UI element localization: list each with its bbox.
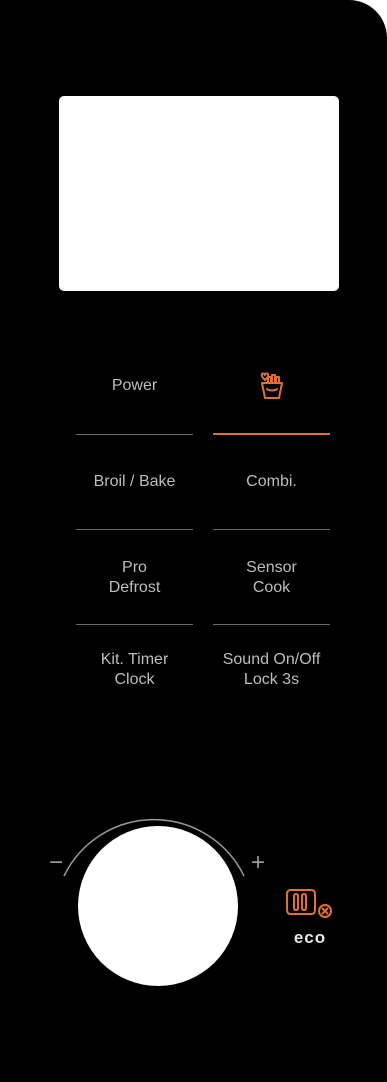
sensor-cook-label-line1: Sensor [246,559,297,576]
dial-minus-label: − [49,849,63,876]
control-dial[interactable] [78,826,238,986]
eco-label: eco [293,928,327,947]
divider [76,624,193,625]
sound-lock-button[interactable]: Sound On/Off Lock 3s [206,649,337,691]
air-fry-button[interactable] [213,370,330,402]
sound-label-line1: Sound On/Off [222,651,321,668]
divider [213,529,330,530]
sensor-cook-label-line2: Cook [252,579,291,596]
divider [76,434,193,435]
divider [76,529,193,530]
pro-defrost-label-line2: Defrost [108,579,161,596]
sensor-cook-button[interactable]: Sensor Cook [213,557,330,599]
fries-icon [260,372,283,399]
display-screen [59,96,339,291]
broil-bake-label: Broil / Bake [93,473,176,490]
kit-timer-label-line2: Clock [114,671,155,688]
combi-label: Combi. [246,473,297,490]
eco-icon[interactable] [283,885,343,927]
dial-plus-label: + [251,849,265,876]
kit-timer-label-line1: Kit. Timer [100,651,169,668]
pro-defrost-label-line1: Pro [122,559,147,576]
kit-timer-clock-button[interactable]: Kit. Timer Clock [76,649,193,691]
divider-selected [213,433,330,435]
broil-bake-button[interactable]: Broil / Bake [76,470,193,494]
divider [213,624,330,625]
power-button-label: Power [111,377,158,394]
sound-label-line2: Lock 3s [243,671,300,688]
pro-defrost-button[interactable]: Pro Defrost [76,557,193,599]
control-panel: Power Broil / Bake Combi. Pro Defrost Se… [0,0,387,1082]
power-button[interactable]: Power [76,374,193,398]
combi-button[interactable]: Combi. [213,470,330,494]
